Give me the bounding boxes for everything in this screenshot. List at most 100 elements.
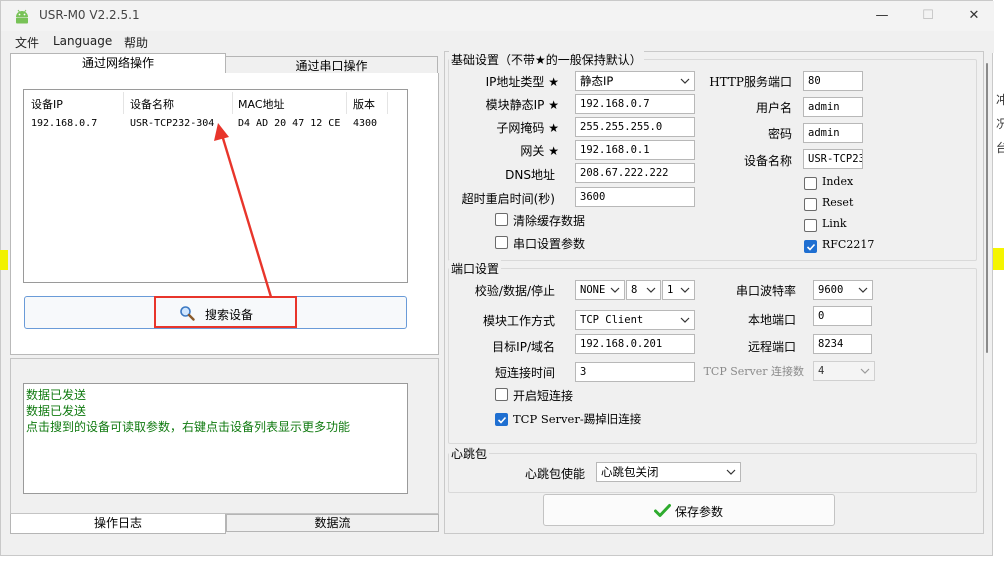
background-highlight-left (0, 250, 8, 270)
chevron-down-icon (646, 287, 656, 293)
dns-input[interactable]: 208.67.222.222 (575, 163, 695, 183)
annotation-box (154, 296, 297, 328)
short-time-label: 短连接时间 (494, 366, 555, 380)
col-header-ip[interactable]: 设备IP (31, 96, 63, 112)
short-enable-checkbox[interactable] (495, 388, 508, 401)
device-name-label: 设备名称 (743, 154, 792, 168)
chevron-down-icon (680, 78, 690, 84)
ip-type-label: IP地址类型 ★ (485, 75, 559, 89)
link-checkbox[interactable] (804, 219, 817, 232)
mode-select[interactable]: TCP Client (575, 310, 695, 330)
log-line: 数据已发送 (26, 388, 87, 402)
heartbeat-select[interactable]: 心跳包关闭 (596, 462, 741, 482)
clear-cache-checkbox[interactable] (495, 213, 508, 226)
target-label: 目标IP/域名 (492, 340, 555, 354)
index-label[interactable]: Index (822, 175, 853, 188)
annotation-arrow-icon (214, 123, 273, 298)
parity-label: 校验/数据/停止 (474, 284, 555, 298)
mode-label: 模块工作方式 (482, 314, 555, 328)
remote-port-label: 远程端口 (747, 340, 796, 354)
serial-params-label[interactable]: 串口设置参数 (513, 235, 585, 252)
chevron-down-icon (860, 368, 870, 374)
app-window: USR-M0 V2.2.5.1 — ☐ ✕ 文件 Language 帮助 通过网… (0, 0, 994, 556)
rfc2217-label[interactable]: RFC2217 (822, 238, 874, 251)
menu-bar: 文件 Language 帮助 (1, 31, 994, 53)
static-ip-input[interactable]: 192.168.0.7 (575, 94, 695, 114)
close-button[interactable]: ✕ (951, 1, 997, 31)
check-icon (497, 416, 507, 424)
tab-data-stream[interactable]: 数据流 (226, 514, 439, 532)
username-label: 用户名 (755, 101, 792, 115)
log-textarea[interactable]: 数据已发送 数据已发送 点击搜到的设备可读取参数，右键点击设备列表显示更多功能 (23, 383, 408, 494)
basic-settings-title: 基础设置（不带★的一般保持默认） (449, 51, 644, 68)
remote-port-input[interactable]: 8234 (813, 334, 872, 354)
col-header-mac[interactable]: MAC地址 (238, 96, 285, 112)
settings-scrollbar[interactable] (983, 53, 991, 533)
maximize-button[interactable]: ☐ (905, 1, 951, 31)
reset-checkbox[interactable] (804, 198, 817, 211)
tab-operation-log[interactable]: 操作日志 (10, 514, 226, 534)
menu-help[interactable]: 帮助 (124, 34, 148, 51)
chevron-down-icon (680, 287, 690, 293)
password-input[interactable]: admin (803, 123, 863, 143)
clear-cache-label[interactable]: 清除缓存数据 (513, 212, 585, 229)
baud-select[interactable]: 9600 (813, 280, 873, 300)
scroll-thumb[interactable] (986, 63, 988, 353)
dns-label: DNS地址 (505, 168, 555, 182)
local-port-input[interactable]: 0 (813, 306, 872, 326)
kick-old-checkbox[interactable] (495, 413, 508, 426)
cell-version: 4300 (353, 118, 378, 129)
short-time-input[interactable]: 3 (575, 362, 695, 382)
device-name-input[interactable]: USR-TCP23 (803, 149, 863, 169)
background-highlight-band (993, 248, 1004, 270)
menu-language[interactable]: Language (53, 34, 112, 48)
tab-network[interactable]: 通过网络操作 (10, 53, 226, 74)
short-enable-label[interactable]: 开启短连接 (513, 387, 573, 404)
heartbeat-enable-label: 心跳包使能 (524, 467, 585, 481)
gateway-input[interactable]: 192.168.0.1 (575, 140, 695, 160)
save-label: 保存参数 (675, 505, 724, 519)
window-title: USR-M0 V2.2.5.1 (39, 8, 140, 22)
link-label[interactable]: Link (822, 217, 847, 230)
subnet-label: 子网掩码 ★ (496, 121, 559, 135)
databits-select[interactable]: 8 (626, 280, 661, 300)
server-conn-select[interactable]: 4 (813, 361, 875, 381)
background-window-strip (993, 0, 1004, 563)
subnet-input[interactable]: 255.255.255.0 (575, 117, 695, 137)
minimize-button[interactable]: — (859, 1, 905, 31)
password-label: 密码 (767, 127, 792, 141)
reset-label[interactable]: Reset (822, 196, 853, 209)
log-line: 数据已发送 (26, 404, 87, 418)
http-port-input[interactable]: 80 (803, 71, 863, 91)
save-button[interactable]: 保存参数 (543, 494, 835, 526)
chevron-down-icon (680, 317, 690, 323)
local-port-label: 本地端口 (747, 313, 796, 327)
cell-ip: 192.168.0.7 (31, 118, 98, 129)
checkmark-icon (654, 504, 671, 517)
parity-select[interactable]: NONE (575, 280, 625, 300)
gateway-label: 网关 ★ (520, 144, 559, 158)
stopbits-select[interactable]: 1 (662, 280, 695, 300)
col-header-name[interactable]: 设备名称 (130, 96, 174, 112)
check-icon (806, 243, 816, 251)
serial-params-checkbox[interactable] (495, 236, 508, 249)
rfc2217-checkbox[interactable] (804, 240, 817, 253)
target-input[interactable]: 192.168.0.201 (575, 334, 695, 354)
kick-old-label[interactable]: TCP Server-踢掉旧连接 (513, 411, 641, 427)
title-bar: USR-M0 V2.2.5.1 — ☐ ✕ (1, 1, 994, 31)
port-settings-title: 端口设置 (449, 260, 502, 277)
column-separator (346, 92, 347, 114)
server-conn-label: TCP Server 连接数 (703, 365, 804, 378)
chevron-down-icon (726, 469, 736, 475)
timeout-input[interactable]: 3600 (575, 187, 695, 207)
timeout-label: 超时重启时间(秒) (461, 192, 555, 206)
background-text: 冲况台 (996, 93, 1004, 155)
menu-file[interactable]: 文件 (15, 34, 39, 51)
column-separator (123, 92, 124, 114)
index-checkbox[interactable] (804, 177, 817, 190)
heartbeat-title: 心跳包 (449, 445, 490, 462)
username-input[interactable]: admin (803, 97, 863, 117)
log-line: 点击搜到的设备可读取参数，右键点击设备列表显示更多功能 (26, 420, 351, 434)
col-header-version[interactable]: 版本 (353, 96, 375, 112)
ip-type-select[interactable]: 静态IP (575, 71, 695, 91)
